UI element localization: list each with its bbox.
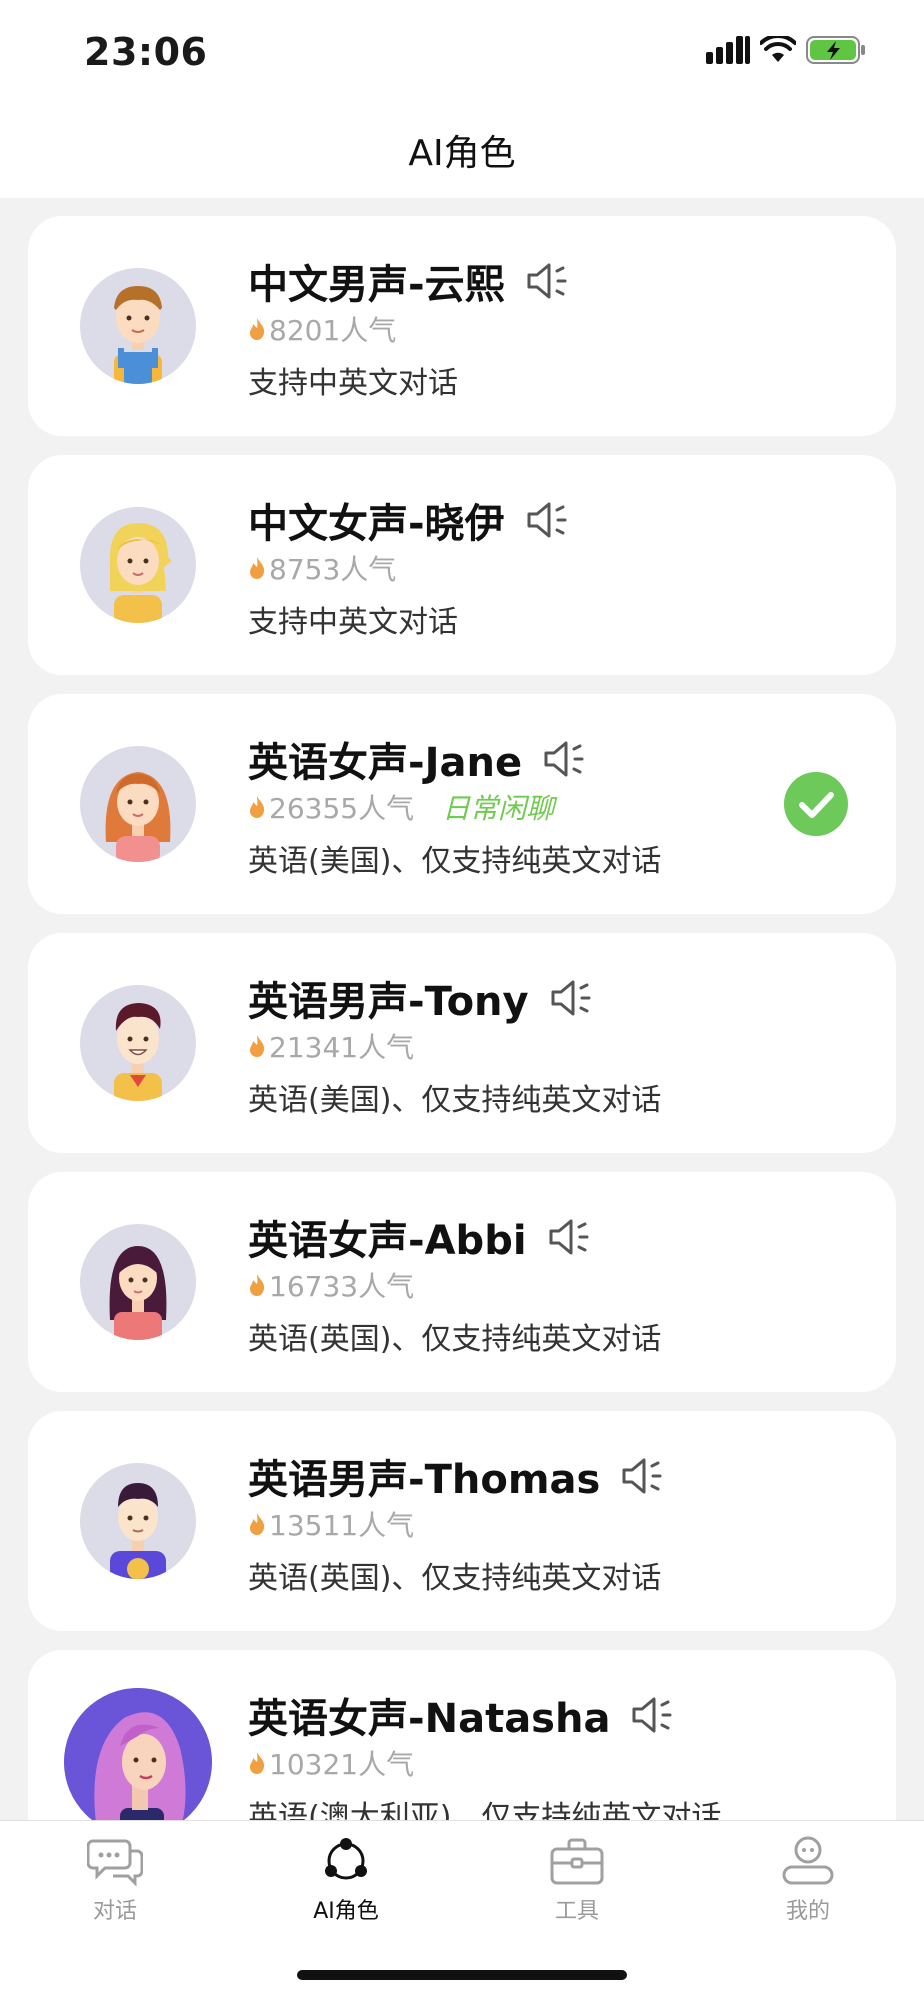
flame-icon bbox=[250, 1513, 265, 1535]
role-name: 英语女声-Jane bbox=[248, 730, 588, 788]
role-card[interactable]: 英语男声-Thomas 13511人气 英语(英国)、仅支持纯英文对话 bbox=[28, 1411, 896, 1631]
role-name: 中文男声-云熙 bbox=[248, 252, 571, 310]
role-name: 英语男声-Tony bbox=[248, 969, 595, 1027]
speaker-icon[interactable] bbox=[620, 1454, 666, 1498]
popularity-row: 8201人气 bbox=[248, 312, 397, 347]
tab-mine[interactable]: 我的 bbox=[733, 1835, 883, 1925]
young-man-avatar bbox=[80, 1463, 196, 1579]
status-bar: 23:06 bbox=[0, 0, 924, 100]
flame-icon bbox=[250, 1752, 265, 1774]
battery-charging-icon bbox=[806, 35, 866, 69]
tab-ai-roles[interactable]: AI角色 bbox=[271, 1835, 421, 1925]
role-description: 英语(英国)、仅支持纯英文对话 bbox=[248, 1322, 662, 1357]
speaker-icon[interactable] bbox=[549, 976, 595, 1020]
wifi-icon bbox=[759, 33, 797, 68]
popularity-row: 26355人气 日常闲聊 bbox=[248, 790, 555, 825]
role-description: 英语(英国)、仅支持纯英文对话 bbox=[248, 1561, 662, 1596]
home-indicator[interactable] bbox=[297, 1970, 627, 1980]
role-name: 英语女声-Natasha bbox=[248, 1686, 676, 1744]
role-card[interactable]: 中文女声-晓伊 8753人气 支持中英文对话 bbox=[28, 455, 896, 675]
checkmark-icon bbox=[784, 772, 848, 836]
flame-icon bbox=[250, 1274, 265, 1296]
flame-icon bbox=[250, 1035, 265, 1057]
flame-icon bbox=[250, 318, 265, 340]
role-description: 英语(美国)、仅支持纯英文对话 bbox=[248, 844, 662, 879]
popularity-count: 8753人气 bbox=[269, 553, 397, 586]
toolbox-icon bbox=[550, 1838, 604, 1885]
tab-label: AI角色 bbox=[313, 1899, 379, 1924]
boy-overalls-avatar bbox=[80, 268, 196, 384]
page-title: AI角色 bbox=[408, 133, 516, 174]
tab-chat[interactable]: 对话 bbox=[40, 1835, 190, 1925]
speaker-icon[interactable] bbox=[542, 737, 588, 781]
nav-bar: AI角色 bbox=[0, 100, 924, 198]
popularity-count: 10321人气 bbox=[269, 1748, 415, 1781]
speaker-icon[interactable] bbox=[525, 498, 571, 542]
tab-tools[interactable]: 工具 bbox=[502, 1835, 652, 1925]
flame-icon bbox=[250, 796, 265, 818]
role-tag: 日常闲聊 bbox=[442, 792, 555, 825]
smiling-man-avatar bbox=[80, 985, 196, 1101]
role-name: 中文女声-晓伊 bbox=[248, 491, 571, 549]
profile-icon bbox=[782, 1836, 834, 1885]
chat-bubbles-icon bbox=[87, 1839, 143, 1887]
role-description: 支持中英文对话 bbox=[248, 605, 458, 640]
popularity-row: 16733人气 bbox=[248, 1268, 415, 1303]
tab-label: 我的 bbox=[785, 1899, 830, 1924]
role-card[interactable]: 英语女声-Abbi 16733人气 英语(英国)、仅支持纯英文对话 bbox=[28, 1172, 896, 1392]
popularity-count: 21341人气 bbox=[269, 1031, 415, 1064]
tab-label: 对话 bbox=[92, 1899, 137, 1924]
speaker-icon[interactable] bbox=[525, 259, 571, 303]
role-card-selected[interactable]: 英语女声-Jane 26355人气 日常闲聊 英语(美国)、仅支持纯英文对话 bbox=[28, 694, 896, 914]
role-card[interactable]: 英语女声-Natasha 10321人气 英语(澳大利亚)、仅支持纯英文对话 bbox=[28, 1650, 896, 1820]
popularity-count: 26355人气 bbox=[269, 792, 415, 825]
pink-hair-woman-avatar bbox=[64, 1688, 212, 1820]
popularity-row: 8753人气 bbox=[248, 551, 397, 586]
status-icons bbox=[706, 33, 866, 70]
popularity-count: 13511人气 bbox=[269, 1509, 415, 1542]
popularity-row: 10321人气 bbox=[248, 1746, 415, 1781]
dark-hair-woman-avatar bbox=[80, 1224, 196, 1340]
redhead-woman-avatar bbox=[80, 746, 196, 862]
status-time: 23:06 bbox=[84, 30, 208, 74]
popularity-row: 21341人气 bbox=[248, 1029, 415, 1064]
role-card[interactable]: 中文男声-云熙 8201人气 支持中英文对话 bbox=[28, 216, 896, 436]
flame-icon bbox=[250, 557, 265, 579]
popularity-count: 16733人气 bbox=[269, 1270, 415, 1303]
role-description: 英语(美国)、仅支持纯英文对话 bbox=[248, 1083, 662, 1118]
role-card[interactable]: 英语男声-Tony 21341人气 英语(美国)、仅支持纯英文对话 bbox=[28, 933, 896, 1153]
ai-nodes-icon bbox=[325, 1838, 367, 1880]
popularity-count: 8201人气 bbox=[269, 314, 397, 347]
cellular-signal-icon bbox=[706, 36, 750, 68]
role-name: 英语男声-Thomas bbox=[248, 1447, 666, 1505]
role-description: 支持中英文对话 bbox=[248, 366, 458, 401]
speaker-icon[interactable] bbox=[547, 1215, 593, 1259]
role-list[interactable]: 中文男声-云熙 8201人气 支持中英文对话 中文女声-晓伊 8753人气 支持… bbox=[0, 198, 924, 1820]
tab-label: 工具 bbox=[554, 1899, 599, 1924]
popularity-row: 13511人气 bbox=[248, 1507, 415, 1542]
blonde-girl-avatar bbox=[80, 507, 196, 623]
speaker-icon[interactable] bbox=[630, 1693, 676, 1737]
role-description: 英语(澳大利亚)、仅支持纯英文对话 bbox=[248, 1800, 722, 1820]
role-name: 英语女声-Abbi bbox=[248, 1208, 593, 1266]
